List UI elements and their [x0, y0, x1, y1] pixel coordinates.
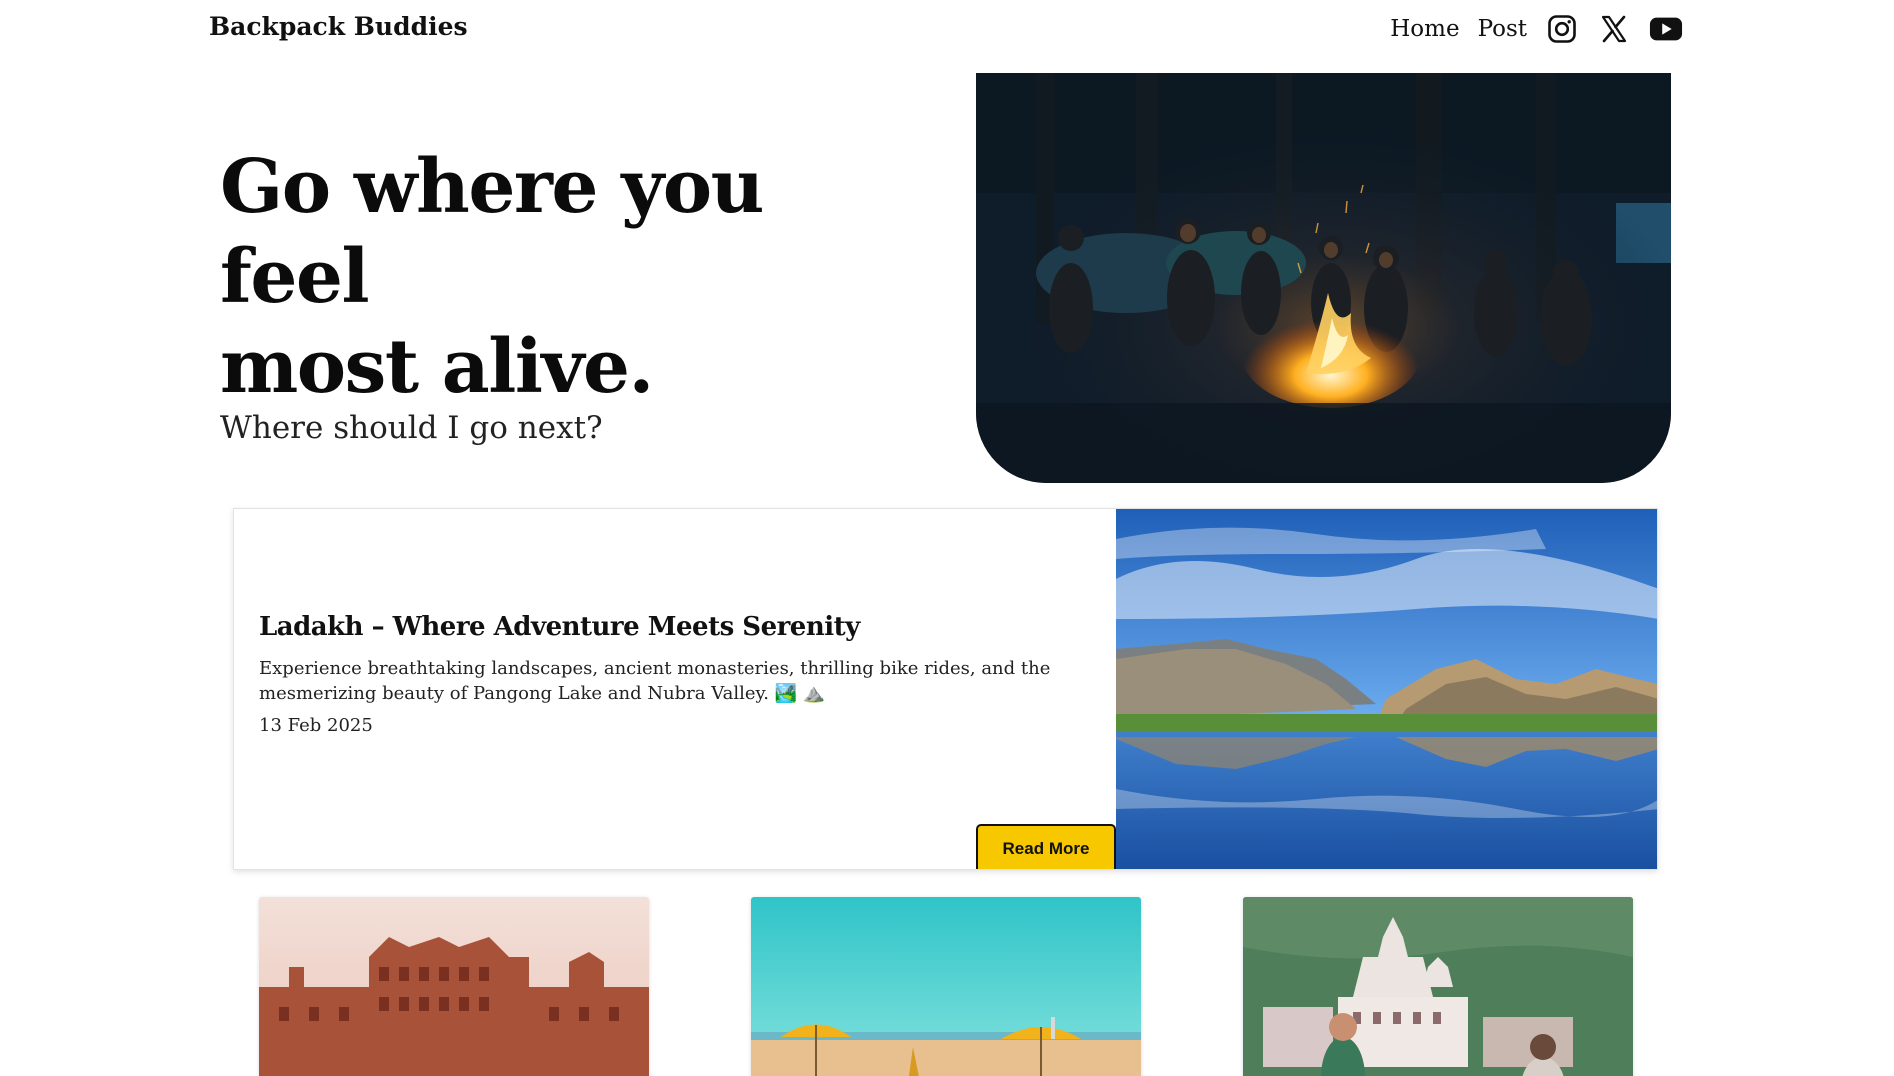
- post-card-hawa-mahal[interactable]: [259, 897, 649, 1076]
- hawa-mahal-image: [259, 897, 649, 1076]
- read-more-button[interactable]: Read More: [976, 824, 1116, 869]
- ladakh-lake-image: [1116, 509, 1657, 869]
- featured-post-content: Ladakh – Where Adventure Meets Serenity …: [259, 612, 1116, 869]
- main-nav: Home Post: [1390, 12, 1683, 46]
- instagram-icon[interactable]: [1545, 12, 1579, 46]
- nav-post-link[interactable]: Post: [1478, 16, 1527, 42]
- featured-post-card[interactable]: Ladakh – Where Adventure Meets Serenity …: [233, 508, 1658, 870]
- nav-home-link[interactable]: Home: [1390, 16, 1459, 42]
- featured-post-date: 13 Feb 2025: [259, 715, 373, 736]
- featured-post-description: Experience breathtaking landscapes, anci…: [259, 658, 1051, 704]
- hero-title: Go where you feel most alive.: [220, 142, 920, 412]
- campfire-hero-image: [976, 73, 1671, 483]
- brand-logo[interactable]: Backpack Buddies: [209, 12, 468, 41]
- site-header: Backpack Buddies Home Post: [0, 0, 1894, 64]
- post-card-rishikesh[interactable]: [1243, 897, 1633, 1076]
- hero-subtitle: Where should I go next?: [220, 410, 603, 446]
- x-icon[interactable]: [1597, 12, 1631, 46]
- hero-title-line-2: most alive.: [220, 324, 654, 410]
- hero-section: Go where you feel most alive. Where shou…: [220, 142, 920, 446]
- hero-title-line-1: Go where you feel: [220, 144, 764, 320]
- featured-post-title[interactable]: Ladakh – Where Adventure Meets Serenity: [259, 612, 1099, 642]
- youtube-icon[interactable]: [1649, 12, 1683, 46]
- post-card-beach[interactable]: [751, 897, 1141, 1076]
- rishikesh-temple-image: [1243, 897, 1633, 1076]
- beach-umbrellas-image: [751, 897, 1141, 1076]
